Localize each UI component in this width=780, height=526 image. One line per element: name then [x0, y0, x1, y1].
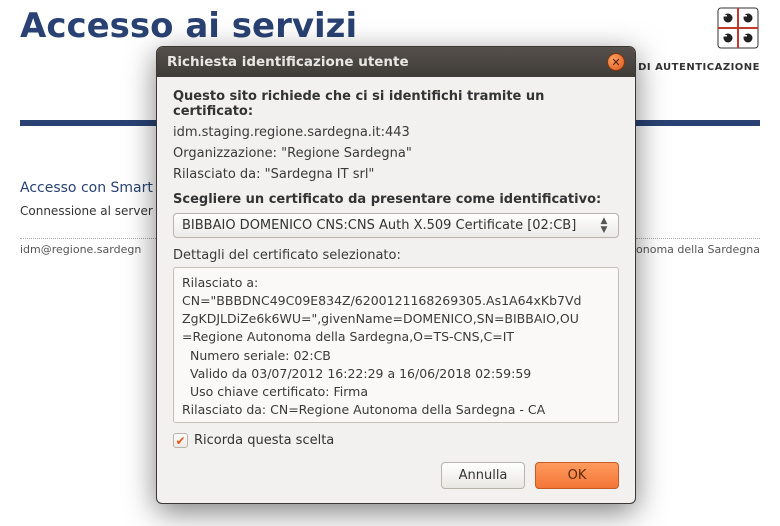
close-icon: ✕ — [611, 57, 620, 68]
detail-line: Numero seriale: 02:CB — [182, 347, 610, 365]
footer-region: onoma della Sardegna — [636, 238, 760, 256]
dialog-titlebar[interactable]: Richiesta identificazione utente ✕ — [157, 47, 635, 77]
detail-line: Valido da 03/07/2012 16:22:29 a 16/06/20… — [182, 365, 610, 383]
dialog-title: Richiesta identificazione utente — [167, 54, 409, 70]
certificate-dialog: Richiesta identificazione utente ✕ Quest… — [156, 46, 636, 504]
certificate-select[interactable]: BIBBAIO DOMENICO CNS:CNS Auth X.509 Cert… — [173, 213, 619, 238]
detail-line: Rilasciato da: CN=Regione Autonoma della… — [182, 401, 610, 419]
remember-checkbox[interactable]: ✔ Ricorda questa scelta — [173, 433, 619, 448]
choose-cert-label: Scegliere un certificato da presentare c… — [173, 192, 619, 207]
checkbox-icon: ✔ — [173, 433, 188, 448]
detail-line: ZgKDJLDiZe6k6WU=",givenName=DOMENICO,SN=… — [182, 310, 610, 328]
region-logo — [716, 6, 760, 54]
dialog-org: Organizzazione: "Regione Sardegna" — [173, 146, 619, 161]
detail-line: =Regione Autonoma della Sardegna,O=TS-CN… — [182, 328, 610, 346]
close-button[interactable]: ✕ — [607, 53, 625, 71]
remember-label: Ricorda questa scelta — [194, 433, 334, 448]
dialog-heading: Questo sito richiede che ci si identific… — [173, 89, 619, 119]
ok-button[interactable]: OK — [535, 462, 619, 489]
certificate-select-value: BIBBAIO DOMENICO CNS:CNS Auth X.509 Cert… — [182, 218, 594, 233]
detail-line: Uso chiave certificato: Firma — [182, 383, 610, 401]
cancel-button[interactable]: Annulla — [441, 462, 525, 489]
cert-details-label: Dettagli del certificato selezionato: — [173, 248, 619, 263]
chevron-down-icon: ▲▼ — [596, 217, 612, 235]
cert-details-box[interactable]: Rilasciato a: CN="BBBDNC49C09E834Z/62001… — [173, 267, 619, 423]
footer-email: idm@regione.sardegn — [20, 238, 160, 256]
detail-line: Cittadini,OU=Servizi di Certificazione,O… — [182, 419, 610, 423]
dialog-host: idm.staging.regione.sardegna.it:443 — [173, 125, 619, 140]
dialog-issuer: Rilasciato da: "Sardegna IT srl" — [173, 167, 619, 182]
detail-line: CN="BBBDNC49C09E834Z/6200121168269305.As… — [182, 292, 610, 310]
detail-line: Rilasciato a: — [182, 274, 610, 292]
